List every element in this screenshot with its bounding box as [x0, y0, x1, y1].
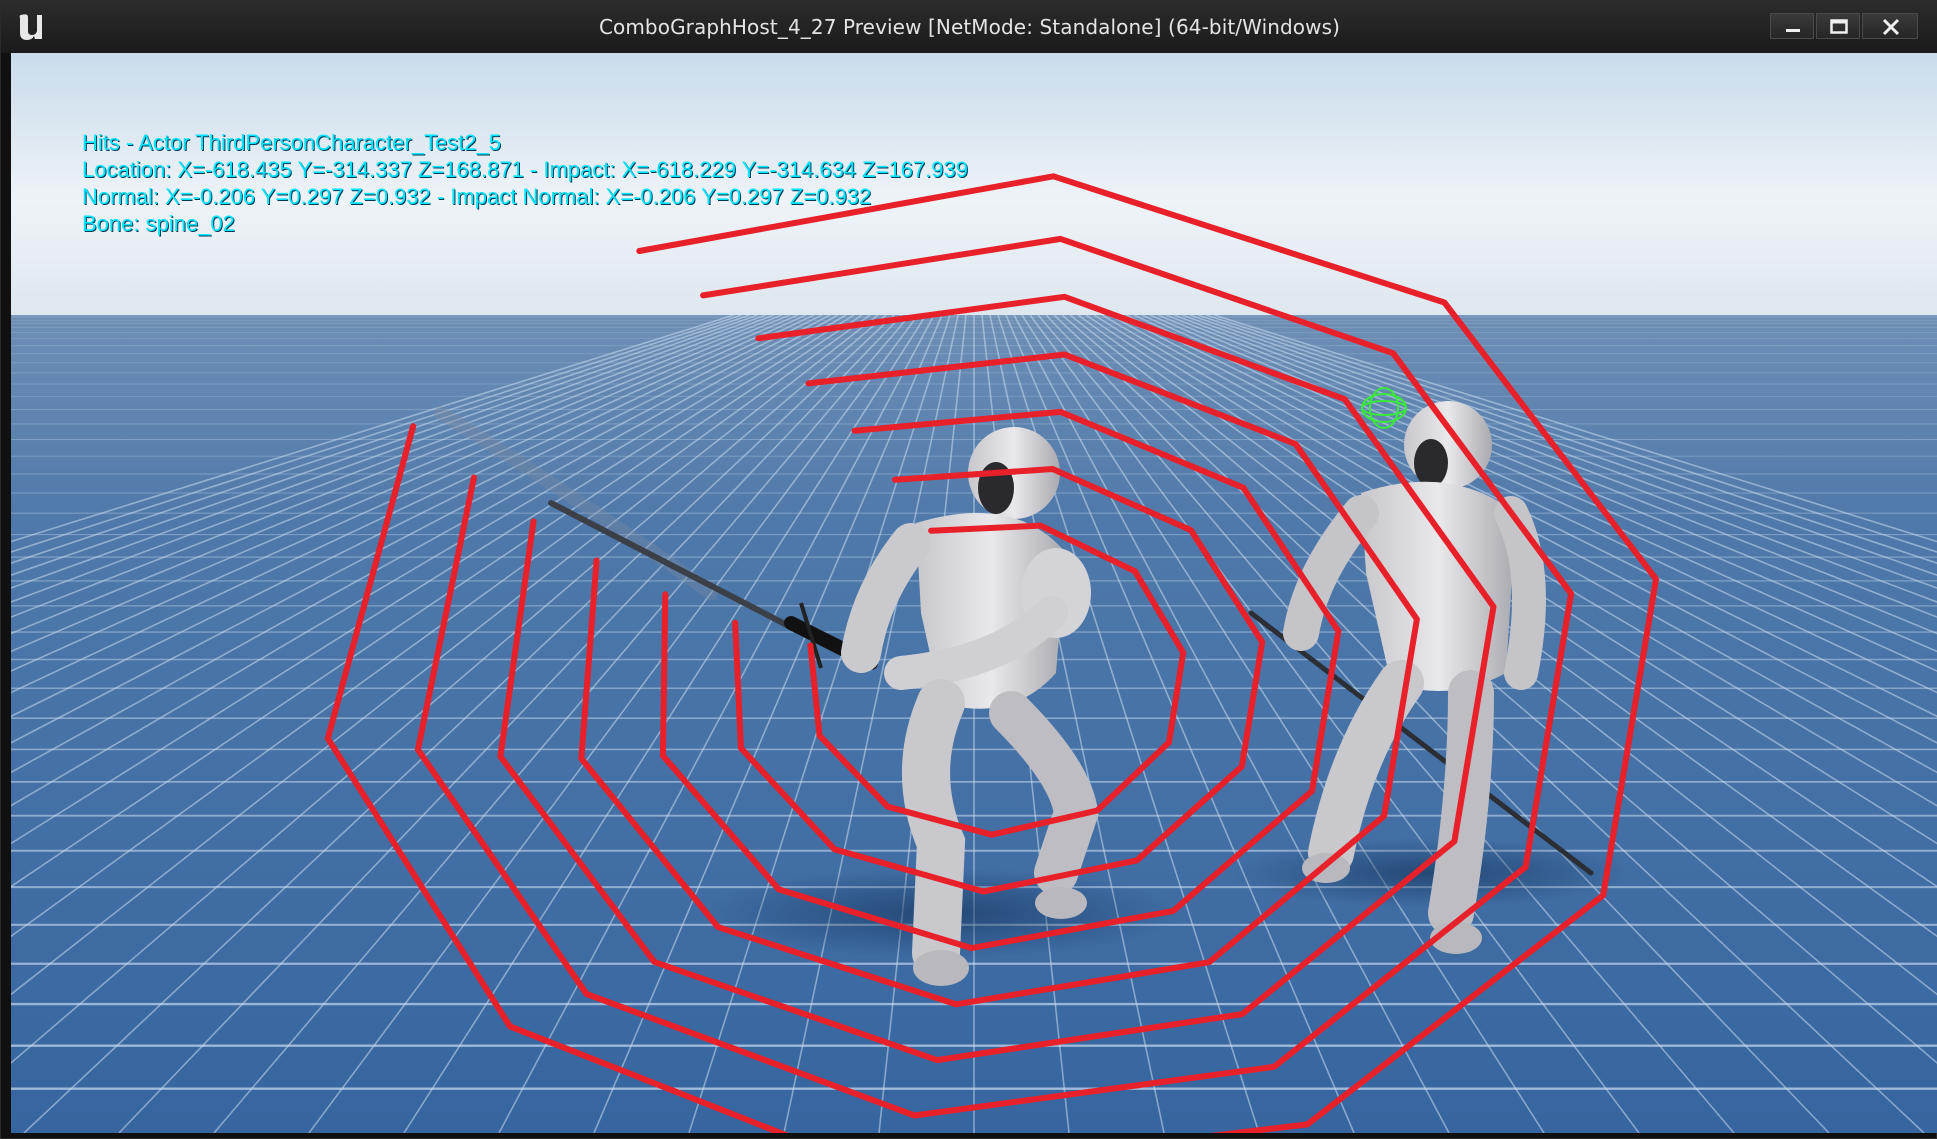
- debug-hud: Hits - Actor ThirdPersonCharacter_Test2_…: [82, 129, 968, 237]
- hud-actor-line: Hits - Actor ThirdPersonCharacter_Test2_…: [82, 130, 501, 155]
- window-title: ComboGraphHost_4_27 Preview [NetMode: St…: [598, 15, 1341, 39]
- minimize-icon: [1786, 29, 1800, 32]
- application-window: ComboGraphHost_4_27 Preview [NetMode: St…: [0, 0, 1937, 1139]
- close-button[interactable]: [1862, 13, 1918, 39]
- minimize-button[interactable]: [1770, 13, 1814, 39]
- game-viewport[interactable]: Hits - Actor ThirdPersonCharacter_Test2_…: [11, 53, 1937, 1133]
- hud-location-line: Location: X=-618.435 Y=-314.337 Z=168.87…: [82, 157, 968, 182]
- close-icon: [1882, 18, 1900, 36]
- maximize-button[interactable]: [1816, 13, 1860, 39]
- hud-normal-line: Normal: X=-0.206 Y=0.297 Z=0.932 - Impac…: [82, 184, 872, 209]
- title-bar[interactable]: ComboGraphHost_4_27 Preview [NetMode: St…: [1, 1, 1937, 53]
- maximize-icon: [1830, 19, 1848, 34]
- hud-bone-line: Bone: spine_02: [82, 211, 235, 236]
